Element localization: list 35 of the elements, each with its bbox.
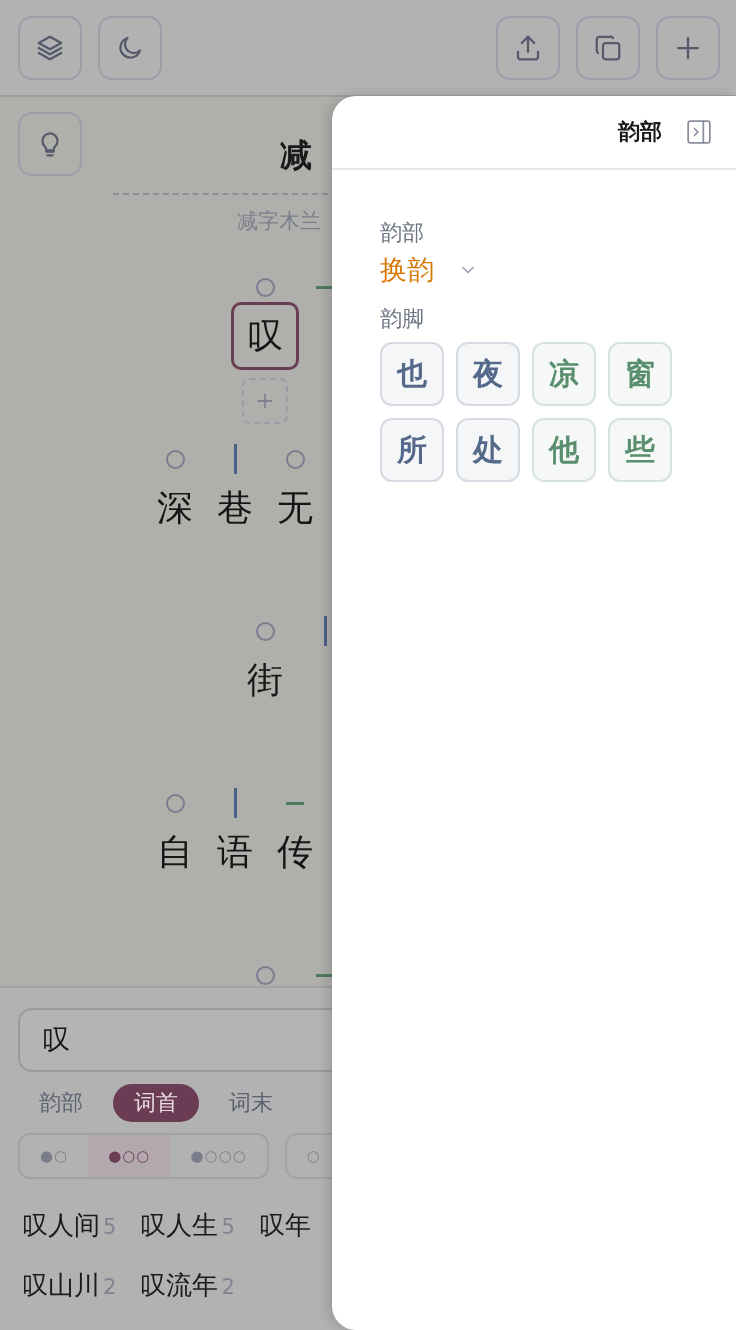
drawer-title: 韵部	[618, 118, 662, 146]
length-option[interactable]: ●○○	[88, 1135, 171, 1177]
layers-button[interactable]	[18, 15, 82, 80]
rhyme-character[interactable]: 也	[380, 342, 444, 406]
rhyme-character[interactable]: 窗	[608, 342, 672, 406]
poem-character[interactable]: 巷	[217, 483, 253, 533]
rhyme-feet-label: 韵脚	[380, 305, 424, 333]
poem-character[interactable]: 语	[217, 827, 253, 877]
rhyme-character[interactable]: 些	[608, 418, 672, 482]
theme-button[interactable]	[98, 15, 162, 80]
poem-character[interactable]: 无	[277, 483, 313, 533]
share-button[interactable]	[496, 15, 560, 80]
selected-character[interactable]: 叹	[231, 302, 299, 370]
filter-tab[interactable]: 词末	[208, 1084, 294, 1122]
rhyme-character[interactable]: 凉	[532, 342, 596, 406]
add-character-button[interactable]	[242, 378, 288, 424]
poem-character[interactable]: 深	[157, 483, 193, 533]
close-panel-button[interactable]	[686, 119, 712, 145]
add-button[interactable]	[656, 15, 720, 80]
rhyme-character[interactable]: 处	[456, 418, 520, 482]
rhyme-character[interactable]: 所	[380, 418, 444, 482]
copy-button[interactable]	[576, 15, 640, 80]
hint-button[interactable]	[18, 112, 82, 176]
poem-character[interactable]: 街	[247, 655, 283, 705]
filter-tab[interactable]: 词首	[113, 1084, 199, 1122]
poem-character[interactable]: 自	[157, 827, 193, 877]
panel-icon	[686, 119, 712, 145]
rhyme-character[interactable]: 夜	[456, 342, 520, 406]
rhyme-group-dropdown[interactable]: 换韵	[380, 252, 478, 288]
word-suggestion[interactable]: 叹年	[258, 1207, 311, 1245]
rhyme-character[interactable]: 他	[532, 418, 596, 482]
filter-tab[interactable]: 韵部	[18, 1084, 104, 1122]
rhyme-group-label: 韵部	[380, 219, 424, 247]
poem-character[interactable]: 传	[277, 827, 313, 877]
poem-title: 减	[280, 135, 312, 175]
